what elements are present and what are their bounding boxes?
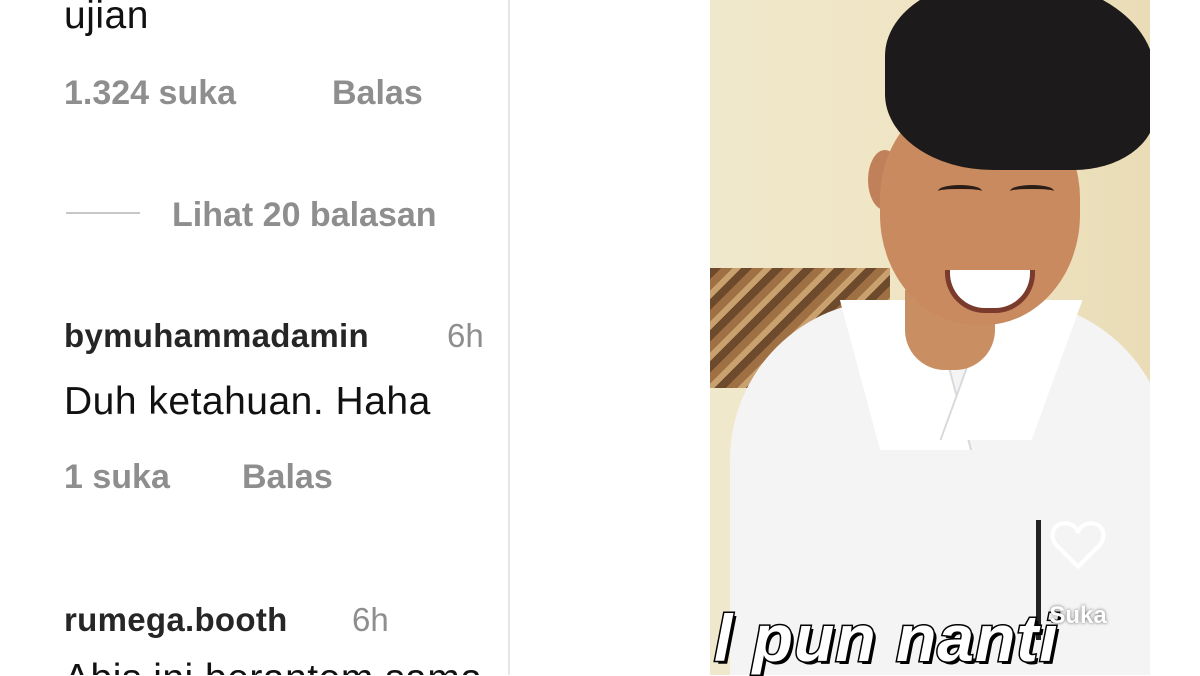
replies-divider [66, 212, 140, 214]
comment-username[interactable]: bymuhammadamin [64, 317, 369, 355]
comment-text: ujian [64, 0, 149, 37]
comment-time: 6h [447, 317, 484, 354]
reply-button[interactable]: Balas [332, 74, 423, 113]
reply-button[interactable]: Balas [242, 458, 333, 497]
video-eye-left [938, 185, 982, 197]
view-replies-button[interactable]: Lihat 20 balasan [172, 196, 437, 235]
video-eye-right [1010, 185, 1054, 197]
comment-username[interactable]: rumega.booth [64, 601, 288, 639]
comment-text: Abis ini berantem sama [64, 657, 483, 675]
comment-text: Duh ketahuan. Haha [64, 380, 431, 423]
like-label: Suka [1049, 602, 1107, 629]
like-count[interactable]: 1 suka [64, 458, 170, 497]
heart-outline-icon[interactable] [1045, 520, 1111, 570]
comments-panel: ujian 1.324 suka Balas Lihat 20 balasan … [0, 0, 508, 675]
blank-area [510, 0, 710, 675]
right-margin [1150, 0, 1200, 675]
like-count[interactable]: 1.324 suka [64, 74, 236, 113]
like-button[interactable]: Suka [1038, 520, 1118, 630]
comment-time: 6h [352, 601, 389, 638]
video-hair [885, 0, 1150, 170]
